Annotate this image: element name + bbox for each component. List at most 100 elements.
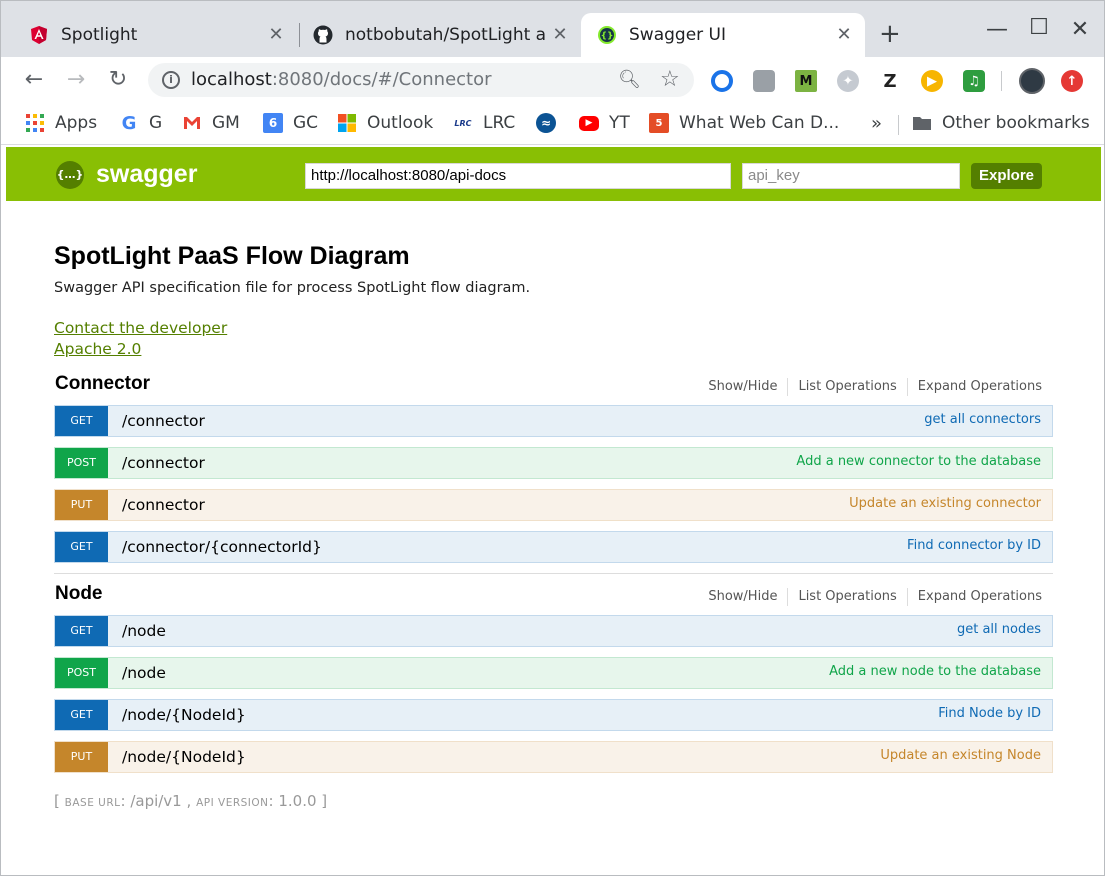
extension-headphones-icon[interactable]: ♫ xyxy=(963,70,985,92)
back-icon[interactable]: ← xyxy=(22,69,46,91)
operation-path[interactable]: /connector xyxy=(122,496,205,514)
list-operations-link[interactable]: List Operations xyxy=(787,588,906,606)
microsoft-icon xyxy=(338,114,356,132)
api-description: Swagger API specification file for proce… xyxy=(54,280,531,296)
bookmark-outlook[interactable]: Outlook xyxy=(337,113,433,133)
expand-operations-link[interactable]: Expand Operations xyxy=(906,378,1042,396)
minimize-icon[interactable]: — xyxy=(985,19,1009,41)
bookmark-label: GC xyxy=(293,113,319,133)
resource-title-connector[interactable]: Connector xyxy=(55,373,150,395)
swagger-icon: {} xyxy=(598,26,616,44)
bookmark-wave[interactable]: ≈ xyxy=(536,113,566,133)
github-icon xyxy=(313,25,333,45)
operation-path[interactable]: /connector xyxy=(122,412,205,430)
http-method-badge: PUT xyxy=(55,742,108,772)
operation-path[interactable]: /node/{NodeId} xyxy=(122,748,246,766)
bookmark-other-bookmarks[interactable]: Other bookmarks xyxy=(912,113,1090,133)
extension-z-icon[interactable]: Z xyxy=(879,70,901,92)
bookmark-label: Outlook xyxy=(367,113,434,133)
operation-row[interactable]: POST /connector Add a new connector to t… xyxy=(54,447,1053,479)
operation-row[interactable]: PUT /connector Update an existing connec… xyxy=(54,489,1053,521)
operation-row[interactable]: GET /node get all nodes xyxy=(54,615,1053,647)
license-link[interactable]: Apache 2.0 xyxy=(54,340,141,358)
bookmark-star-icon[interactable]: ☆ xyxy=(660,67,680,92)
extension-cube-icon[interactable] xyxy=(753,70,775,92)
url-host: localhost xyxy=(191,69,272,90)
extension-gear-icon[interactable]: ✦ xyxy=(837,70,859,92)
api-url-input[interactable]: http://localhost:8080/api-docs xyxy=(305,163,731,189)
bookmark-label: Other bookmarks xyxy=(942,113,1090,133)
bookmark-google-calendar[interactable]: 6 GC xyxy=(263,113,318,133)
operation-summary[interactable]: Find Node by ID xyxy=(938,706,1041,721)
operation-summary[interactable]: Add a new node to the database xyxy=(829,664,1041,679)
bookmarks-overflow-chevron-icon[interactable]: » xyxy=(871,113,882,134)
tab-swagger-ui[interactable]: {} Swagger UI ✕ xyxy=(581,13,865,57)
resource-actions: Show/Hide List Operations Expand Operati… xyxy=(698,378,1042,396)
resource-actions: Show/Hide List Operations Expand Operati… xyxy=(698,588,1042,606)
operation-row[interactable]: GET /connector/{connectorId} Find connec… xyxy=(54,531,1053,563)
operation-summary[interactable]: Update an existing connector xyxy=(849,496,1041,511)
show-hide-link[interactable]: Show/Hide xyxy=(698,588,787,606)
api-footer: [ BASE URL: /api/v1 , API VERSION: 1.0.0… xyxy=(54,792,327,810)
bookmark-lrc[interactable]: LRC LRC xyxy=(453,113,515,133)
operation-summary[interactable]: Update an existing Node xyxy=(880,748,1041,763)
swagger-brand[interactable]: swagger xyxy=(96,160,197,189)
operation-row[interactable]: GET /node/{NodeId} Find Node by ID xyxy=(54,699,1053,731)
operation-summary[interactable]: Add a new connector to the database xyxy=(796,454,1041,469)
operation-summary[interactable]: get all connectors xyxy=(924,412,1041,427)
api-title: SpotLight PaaS Flow Diagram xyxy=(54,242,410,270)
show-hide-link[interactable]: Show/Hide xyxy=(698,378,787,396)
operation-path[interactable]: /node xyxy=(122,664,166,682)
site-info-icon[interactable]: i xyxy=(162,71,180,89)
close-icon[interactable]: ✕ xyxy=(835,25,853,45)
api-version-label: API VERSION xyxy=(196,797,269,809)
youtube-icon: ▶ xyxy=(579,115,599,131)
bookmark-youtube[interactable]: ▶ YT xyxy=(579,113,630,133)
extension-play-icon[interactable]: ▶ xyxy=(921,70,943,92)
operation-path[interactable]: /node xyxy=(122,622,166,640)
window-close-icon[interactable]: ✕ xyxy=(1068,19,1092,41)
operation-path[interactable]: /connector xyxy=(122,454,205,472)
operation-path[interactable]: /node/{NodeId} xyxy=(122,706,246,724)
address-bar[interactable]: i localhost:8080/docs/#/Connector 🔍︎ ☆ xyxy=(148,63,694,97)
gmail-icon xyxy=(184,117,200,129)
list-operations-link[interactable]: List Operations xyxy=(787,378,906,396)
bookmarks-bar: Apps G G GM 6 GC Outlook LRC LRC ≈ ▶ YT … xyxy=(1,103,1104,145)
http-method-badge: GET xyxy=(55,616,108,646)
operation-row[interactable]: GET /connector get all connectors xyxy=(54,405,1053,437)
new-tab-button[interactable]: + xyxy=(879,21,901,47)
tab-github[interactable]: notbobutah/SpotLight at ✕ xyxy=(285,13,581,57)
tab-spotlight[interactable]: Spotlight ✕ xyxy=(1,13,297,57)
explore-button[interactable]: Explore xyxy=(971,163,1042,189)
http-method-badge: POST xyxy=(55,658,108,688)
update-arrow-icon[interactable]: ↑ xyxy=(1061,70,1083,92)
maximize-icon[interactable]: ☐ xyxy=(1027,17,1051,39)
operation-summary[interactable]: Find connector by ID xyxy=(907,538,1041,553)
reload-icon[interactable]: ↻ xyxy=(106,69,130,91)
operation-row[interactable]: PUT /node/{NodeId} Update an existing No… xyxy=(54,741,1053,773)
tab-title: notbobutah/SpotLight at xyxy=(345,25,545,45)
bookmark-what-web-can-do[interactable]: 5 What Web Can D... xyxy=(649,113,839,133)
close-icon[interactable]: ✕ xyxy=(267,25,285,45)
extension-circle-icon[interactable] xyxy=(711,70,733,92)
resource-divider xyxy=(54,573,1053,574)
contact-developer-link[interactable]: Contact the developer xyxy=(54,319,227,337)
google-icon: G xyxy=(121,112,137,134)
bookmark-apps[interactable]: Apps xyxy=(25,113,97,133)
browser-window: Spotlight ✕ notbobutah/SpotLight at ✕ {}… xyxy=(0,0,1105,876)
zoom-icon[interactable]: 🔍︎ xyxy=(618,69,641,90)
close-icon[interactable]: ✕ xyxy=(551,25,569,45)
bookmark-google[interactable]: G G xyxy=(119,112,163,134)
resource-title-node[interactable]: Node xyxy=(55,583,103,605)
address-url[interactable]: localhost:8080/docs/#/Connector xyxy=(191,69,492,90)
profile-avatar[interactable] xyxy=(1019,68,1045,94)
operation-row[interactable]: POST /node Add a new node to the databas… xyxy=(54,657,1053,689)
forward-icon[interactable]: → xyxy=(64,69,88,91)
operation-path[interactable]: /connector/{connectorId} xyxy=(122,538,322,556)
operation-summary[interactable]: get all nodes xyxy=(957,622,1041,637)
swagger-logo-icon[interactable]: {…} xyxy=(56,161,84,189)
bookmark-gmail[interactable]: GM xyxy=(182,113,240,133)
extension-m-icon[interactable]: M xyxy=(795,70,817,92)
expand-operations-link[interactable]: Expand Operations xyxy=(906,588,1042,606)
api-key-input[interactable]: api_key xyxy=(742,163,960,189)
